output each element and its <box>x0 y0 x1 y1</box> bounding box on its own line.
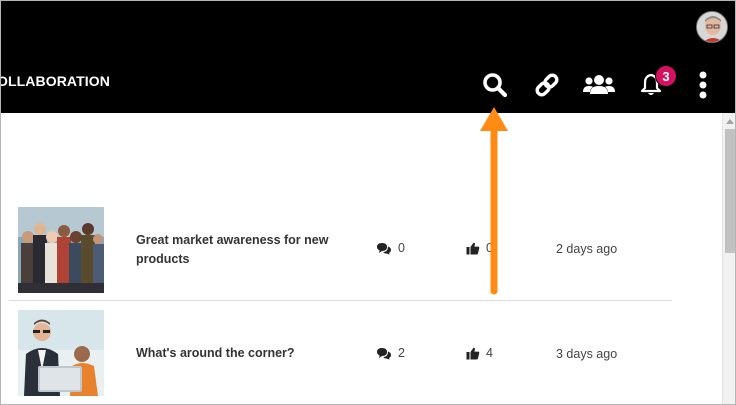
user-avatar[interactable] <box>696 11 728 43</box>
like-count[interactable]: 4 <box>466 346 493 360</box>
post-time: 3 days ago <box>556 347 618 361</box>
post-thumbnail[interactable] <box>18 207 104 293</box>
search-icon[interactable] <box>479 69 511 101</box>
thumbs-up-icon <box>466 347 480 359</box>
list-item[interactable]: What's around the corner? 2 4 3 days ago <box>9 302 672 404</box>
scrollbar-thumb[interactable] <box>725 129 735 253</box>
comments-icon <box>377 347 391 360</box>
more-vertical-icon[interactable] <box>687 69 719 101</box>
notification-badge: 3 <box>655 65 677 87</box>
post-time: 2 days ago <box>556 242 618 256</box>
link-icon[interactable] <box>531 69 563 101</box>
top-header: OLLABORATION 3 <box>1 1 735 113</box>
comment-count-value: 0 <box>398 241 405 255</box>
vertical-scrollbar[interactable] <box>722 113 735 404</box>
annotation-arrow-icon <box>480 107 508 295</box>
app-window: OLLABORATION 3 Great market awareness fo… <box>0 0 736 405</box>
like-count-value: 4 <box>486 346 493 360</box>
comment-count[interactable]: 0 <box>376 241 405 255</box>
comment-count-value: 2 <box>398 346 405 360</box>
users-icon[interactable] <box>583 69 615 101</box>
scroll-up-arrow-icon[interactable] <box>723 115 735 127</box>
post-title[interactable]: What's around the corner? <box>136 344 336 363</box>
list-item[interactable]: Great market awareness for new products … <box>9 199 672 301</box>
post-title[interactable]: Great market awareness for new products <box>136 231 336 269</box>
app-title: OLLABORATION <box>0 73 110 89</box>
post-thumbnail[interactable] <box>18 310 104 396</box>
comment-count[interactable]: 2 <box>376 346 405 360</box>
comments-icon <box>377 242 391 255</box>
